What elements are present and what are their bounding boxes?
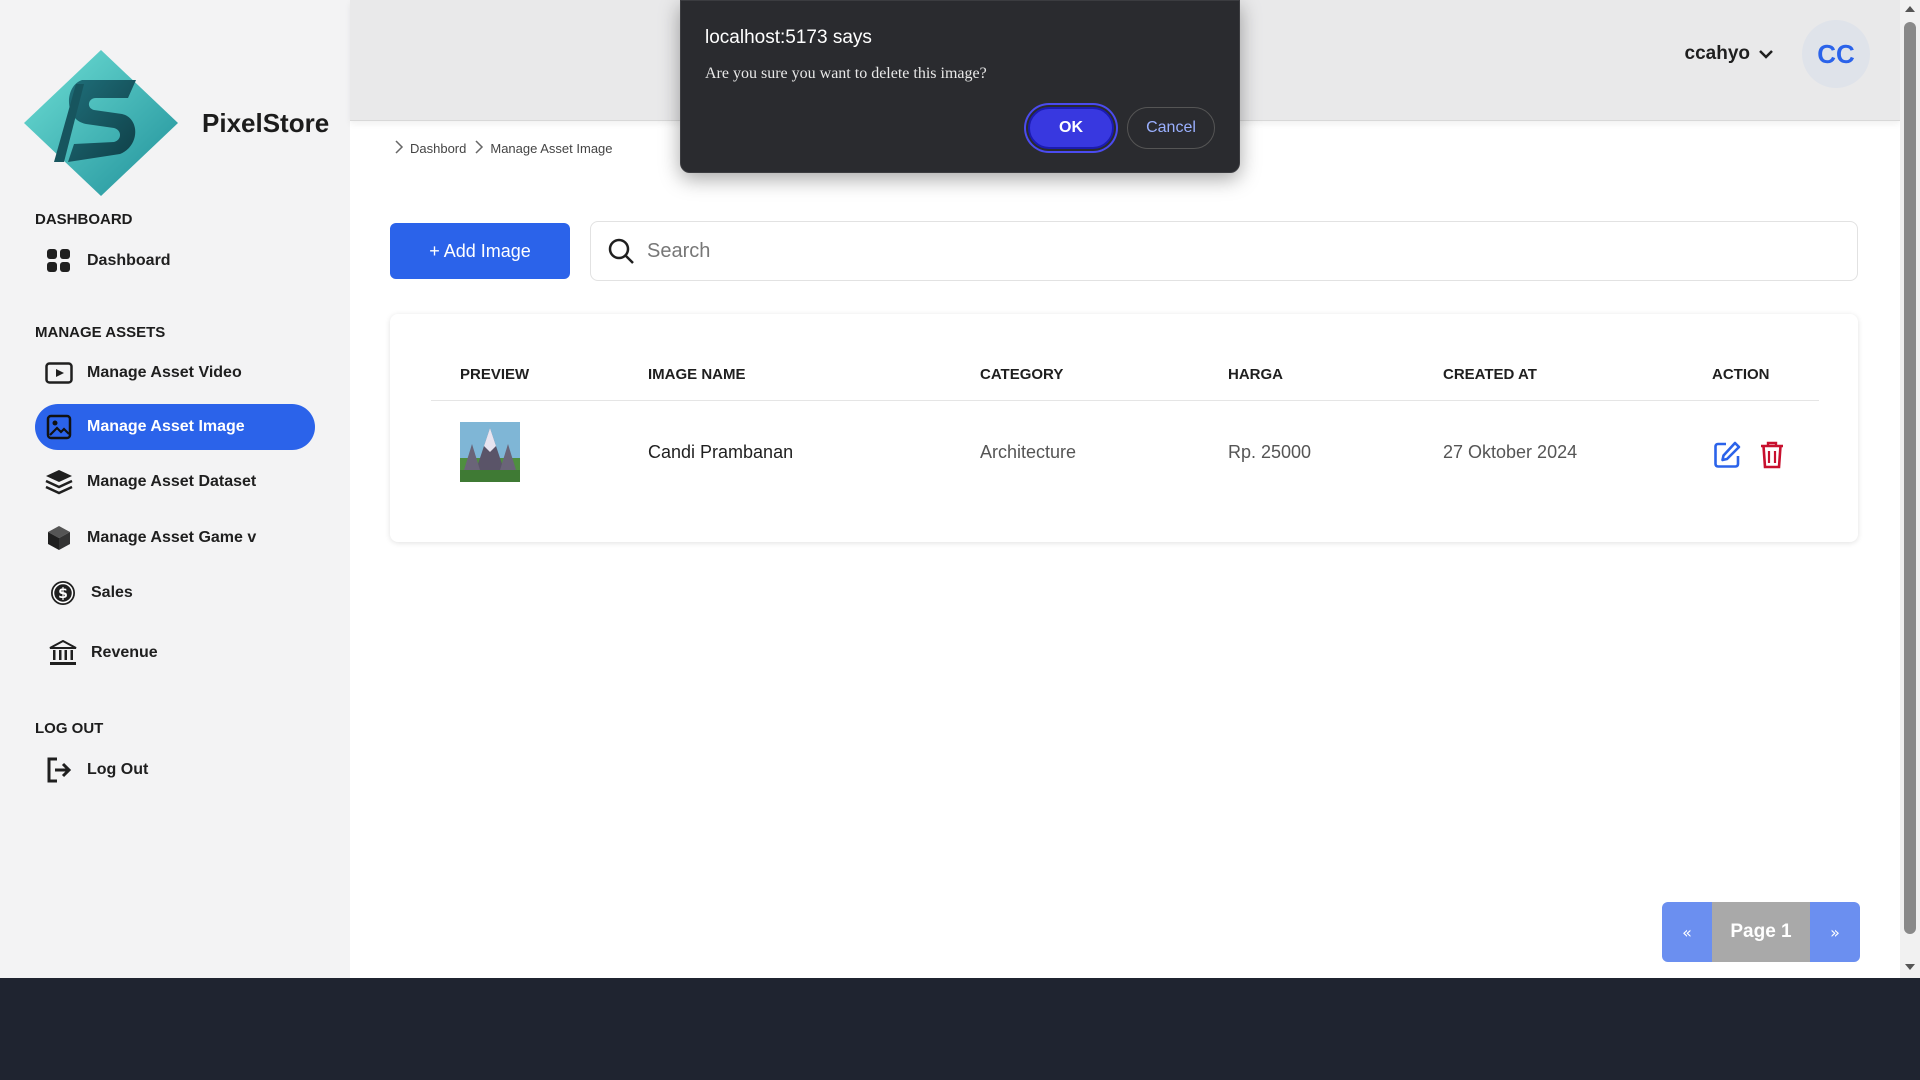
column-header-created-at: CREATED AT <box>1443 366 1537 383</box>
sidebar-item-manage-asset-video[interactable]: Manage Asset Video <box>35 350 315 396</box>
column-header-image-name: IMAGE NAME <box>648 366 746 383</box>
search-input[interactable] <box>647 239 1797 263</box>
avatar[interactable]: CC <box>1802 20 1870 88</box>
sidebar-item-label: Revenue <box>91 644 158 661</box>
scroll-down-arrow-icon[interactable] <box>1905 964 1915 970</box>
confirm-delete-dialog: localhost:5173 says Are you sure you wan… <box>680 0 1240 173</box>
column-header-category: CATEGORY <box>980 366 1064 383</box>
cell-image-name: Candi Prambanan <box>648 442 794 462</box>
sidebar-item-dashboard[interactable]: Dashboard <box>35 238 315 284</box>
bank-icon <box>49 639 77 667</box>
breadcrumb-item-dashboard[interactable]: Dashbord <box>410 141 466 156</box>
sidebar-item-manage-asset-image[interactable]: Manage Asset Image <box>35 404 315 450</box>
logout-icon <box>45 756 73 784</box>
column-header-action: ACTION <box>1712 366 1770 383</box>
app-viewport: PixelStore DASHBOARD Dashboard MANAGE AS… <box>0 0 1900 978</box>
trash-icon[interactable] <box>1757 440 1787 470</box>
breadcrumb-item-current: Manage Asset Image <box>490 141 613 156</box>
header-divider <box>431 400 1819 401</box>
section-title-dashboard: DASHBOARD <box>35 211 133 228</box>
grid-icon <box>45 247 73 275</box>
sidebar-item-label: Dashboard <box>87 252 171 269</box>
search-box[interactable] <box>590 221 1858 281</box>
scrollbar-thumb[interactable] <box>1904 22 1916 934</box>
layers-icon <box>45 468 73 496</box>
cell-category: Architecture <box>980 442 1077 462</box>
cancel-button[interactable]: Cancel <box>1127 107 1215 149</box>
search-icon <box>608 238 634 264</box>
cell-created-at: 27 Oktober 2024 <box>1443 442 1578 462</box>
dialog-message: Are you sure you want to delete this ima… <box>705 65 987 82</box>
section-title-manage-assets: MANAGE ASSETS <box>35 324 166 341</box>
next-page-button[interactable]: » <box>1810 902 1860 962</box>
sidebar-item-label: Sales <box>91 584 133 601</box>
sidebar-item-revenue[interactable]: Revenue <box>35 630 315 676</box>
brand-name: PixelStore <box>202 107 330 138</box>
edit-icon[interactable] <box>1712 440 1742 470</box>
sidebar: PixelStore DASHBOARD Dashboard MANAGE AS… <box>0 0 350 978</box>
scroll-up-arrow-icon[interactable] <box>1905 6 1915 12</box>
breadcrumb: Dashbord Manage Asset Image <box>394 140 621 157</box>
sidebar-item-manage-asset-dataset[interactable]: Manage Asset Dataset <box>35 459 315 505</box>
cell-harga: Rp. 25000 <box>1228 442 1312 462</box>
column-header-harga: HARGA <box>1228 366 1283 383</box>
video-icon <box>45 359 73 387</box>
sidebar-item-label: Manage Asset Image <box>87 418 245 435</box>
chevron-right-icon <box>394 140 404 157</box>
sidebar-item-manage-asset-game[interactable]: Manage Asset Game v <box>35 515 315 561</box>
sidebar-item-label: Manage Asset Video <box>87 364 242 381</box>
sidebar-item-log-out[interactable]: Log Out <box>35 747 315 793</box>
user-menu[interactable]: ccahyo CC <box>1685 20 1870 88</box>
chevron-down-icon <box>1759 50 1773 59</box>
dialog-title: localhost:5173 says <box>705 27 872 48</box>
section-title-log-out: LOG OUT <box>35 720 104 737</box>
username: ccahyo <box>1684 43 1750 64</box>
brand[interactable]: PixelStore <box>24 50 329 196</box>
current-page-indicator: Page 1 <box>1712 902 1810 962</box>
add-image-button[interactable]: + Add Image <box>390 223 570 279</box>
image-icon <box>45 413 73 441</box>
sidebar-item-label: Manage Asset Dataset <box>87 473 257 490</box>
image-preview-thumbnail[interactable] <box>460 422 520 482</box>
column-header-preview: PREVIEW <box>460 366 530 383</box>
pixelstore-logo-icon <box>24 50 178 196</box>
cube-icon <box>45 524 73 552</box>
dollar-icon: $ <box>49 579 77 607</box>
chevron-right-icon <box>474 140 484 157</box>
vertical-scrollbar[interactable] <box>1900 0 1920 978</box>
sidebar-item-label: Manage Asset Game v <box>87 529 257 546</box>
pagination: « Page 1 » <box>1662 902 1860 962</box>
sidebar-item-label: Log Out <box>87 761 149 778</box>
image-table: PREVIEW IMAGE NAME CATEGORY HARGA CREATE… <box>390 314 1858 542</box>
previous-page-button[interactable]: « <box>1662 902 1712 962</box>
svg-text:$: $ <box>58 586 68 602</box>
ok-button[interactable]: OK <box>1028 107 1114 149</box>
sidebar-item-sales[interactable]: $ Sales <box>35 570 315 616</box>
